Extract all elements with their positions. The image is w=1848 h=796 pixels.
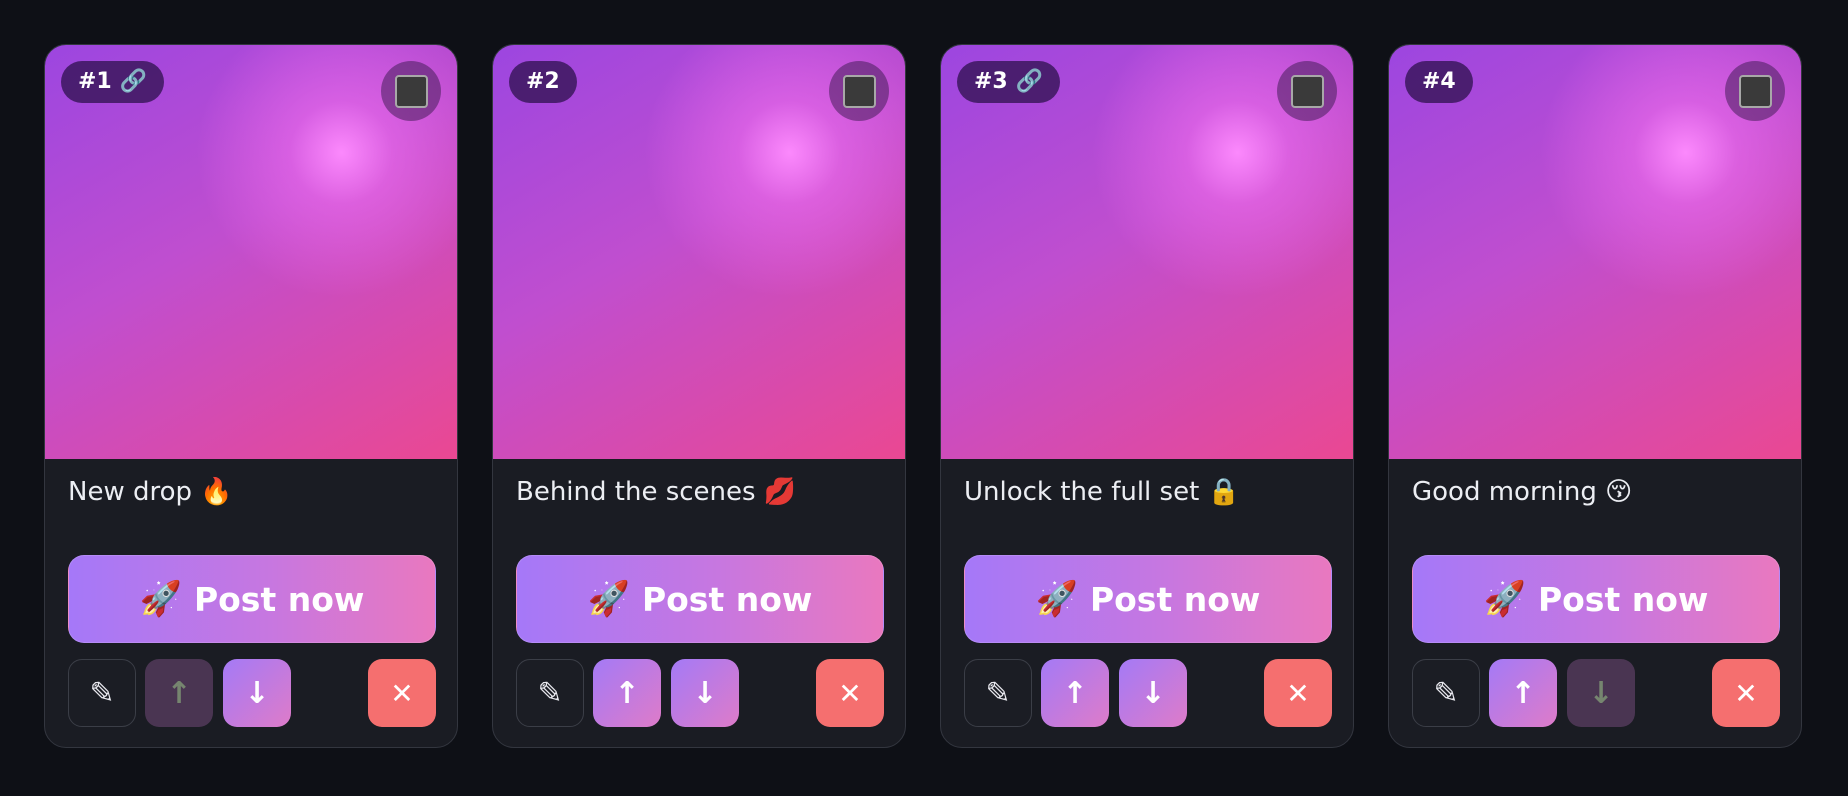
delete-button[interactable]: ✕ [1712,659,1780,727]
post-number-badge: #1 🔗 [61,61,165,103]
arrow-up-icon: ↑ [1062,675,1088,711]
rocket-icon: 🚀 [1483,579,1526,619]
edit-button[interactable]: ✎ [1412,659,1480,727]
edit-button[interactable]: ✎ [964,659,1032,727]
post-queue-grid: #1 🔗 New drop 🔥 🚀 Post now ✎ ↑ ↓ ✕ #2 Be… [44,44,1802,748]
move-up-button[interactable]: ↑ [1489,659,1557,727]
post-caption: Unlock the full set 🔒 [964,477,1240,507]
post-number-badge: #4 [1405,61,1473,103]
post-thumbnail[interactable]: #1 🔗 [45,45,457,459]
badge-number: #3 [974,69,1008,94]
move-down-button[interactable]: ↓ [1119,659,1187,727]
post-thumbnail[interactable]: #3 🔗 [941,45,1353,459]
arrow-down-icon: ↓ [244,675,270,711]
post-now-button[interactable]: 🚀 Post now [964,555,1332,643]
edit-button[interactable]: ✎ [516,659,584,727]
move-up-button[interactable]: ↑ [145,659,213,727]
badge-number: #1 [78,69,112,94]
post-caption: Behind the scenes 💋 [516,477,797,507]
select-checkbox[interactable] [842,74,876,108]
select-toggle[interactable] [1725,61,1785,121]
arrow-down-icon: ↓ [1588,675,1614,711]
arrow-down-icon: ↓ [692,675,718,711]
post-now-button[interactable]: 🚀 Post now [516,555,884,643]
select-checkbox[interactable] [1738,74,1772,108]
arrow-down-icon: ↓ [1140,675,1166,711]
move-up-button[interactable]: ↑ [1041,659,1109,727]
rocket-icon: 🚀 [1035,579,1078,619]
post-caption: New drop 🔥 [68,477,233,507]
edit-button[interactable]: ✎ [68,659,136,727]
link-icon: 🔗 [1015,69,1044,94]
post-card: #1 🔗 New drop 🔥 🚀 Post now ✎ ↑ ↓ ✕ [44,44,458,748]
post-card: #2 Behind the scenes 💋 🚀 Post now ✎ ↑ ↓ … [492,44,906,748]
post-now-label: Post now [641,579,813,619]
post-number-badge: #2 [509,61,577,103]
close-icon: ✕ [838,676,862,710]
post-now-button[interactable]: 🚀 Post now [68,555,436,643]
move-down-button[interactable]: ↓ [671,659,739,727]
close-icon: ✕ [390,676,414,710]
post-now-label: Post now [1537,579,1709,619]
delete-button[interactable]: ✕ [368,659,436,727]
move-up-button[interactable]: ↑ [593,659,661,727]
post-card: #3 🔗 Unlock the full set 🔒 🚀 Post now ✎ … [940,44,1354,748]
select-toggle[interactable] [829,61,889,121]
select-checkbox[interactable] [1290,74,1324,108]
select-toggle[interactable] [381,61,441,121]
post-now-label: Post now [193,579,365,619]
badge-number: #2 [526,69,560,94]
post-thumbnail[interactable]: #4 [1389,45,1801,459]
arrow-up-icon: ↑ [166,675,192,711]
close-icon: ✕ [1734,676,1758,710]
post-now-label: Post now [1089,579,1261,619]
rocket-icon: 🚀 [139,579,182,619]
move-down-button[interactable]: ↓ [223,659,291,727]
post-now-button[interactable]: 🚀 Post now [1412,555,1780,643]
close-icon: ✕ [1286,676,1310,710]
post-card: #4 Good morning 😚 🚀 Post now ✎ ↑ ↓ ✕ [1388,44,1802,748]
arrow-up-icon: ↑ [1510,675,1536,711]
delete-button[interactable]: ✕ [816,659,884,727]
badge-number: #4 [1422,69,1456,94]
pencil-icon: ✎ [985,675,1011,711]
link-icon: 🔗 [119,69,148,94]
rocket-icon: 🚀 [587,579,630,619]
select-checkbox[interactable] [394,74,428,108]
arrow-up-icon: ↑ [614,675,640,711]
post-number-badge: #3 🔗 [957,61,1061,103]
pencil-icon: ✎ [537,675,563,711]
post-caption: Good morning 😚 [1412,477,1633,507]
pencil-icon: ✎ [1433,675,1459,711]
delete-button[interactable]: ✕ [1264,659,1332,727]
pencil-icon: ✎ [89,675,115,711]
move-down-button[interactable]: ↓ [1567,659,1635,727]
select-toggle[interactable] [1277,61,1337,121]
post-thumbnail[interactable]: #2 [493,45,905,459]
